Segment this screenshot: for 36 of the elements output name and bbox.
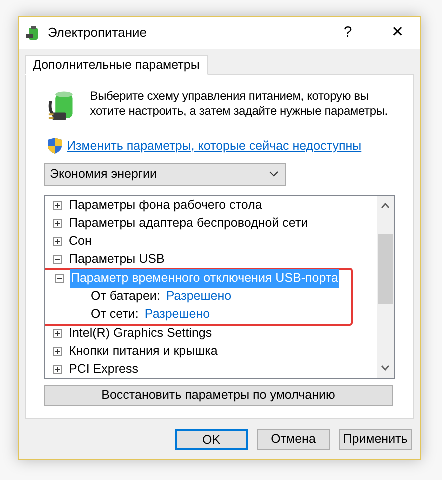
scrollbar-thumb[interactable] <box>378 234 393 304</box>
scroll-down-icon[interactable] <box>381 364 390 371</box>
tree-item[interactable]: Параметры адаптера беспроводной сети <box>68 214 310 234</box>
setting-value-link[interactable]: Разрешено <box>166 287 232 306</box>
expand-icon[interactable] <box>53 201 62 210</box>
instruction-text: Выберите схему управления питанием, которую вы хотите настроить, а затем задайте нужные параметры. <box>90 89 389 119</box>
scroll-up-icon[interactable] <box>381 202 390 209</box>
tree-item[interactable]: Сон <box>68 232 93 252</box>
chevron-down-icon <box>269 171 279 178</box>
expand-icon[interactable] <box>53 329 62 338</box>
admin-settings-link[interactable]: Изменить параметры, которые сейчас недоступны <box>67 137 362 156</box>
collapse-icon[interactable] <box>55 274 64 284</box>
dialog-button[interactable]: OK <box>175 429 248 450</box>
expand-icon[interactable] <box>53 237 62 246</box>
expand-icon[interactable] <box>53 219 62 228</box>
tree-item[interactable]: Параметры фона рабочего стола <box>68 196 264 216</box>
tab[interactable]: Дополнительные параметры <box>25 55 208 75</box>
dialog-button[interactable]: Отмена <box>257 429 330 450</box>
expand-icon[interactable] <box>53 347 62 356</box>
plan-dropdown[interactable]: Экономия энергии <box>44 162 286 186</box>
tree-item[interactable]: Кнопки питания и крышка <box>68 342 219 362</box>
restore-defaults-button[interactable]: Восстановить параметры по умолчанию <box>44 384 393 406</box>
tree-item[interactable]: Intel(R) Graphics Settings <box>68 324 214 344</box>
dialog-button[interactable]: Применить <box>339 429 412 450</box>
tree-item[interactable]: Параметры USB <box>68 250 166 270</box>
dropdown-value: Экономия энергии <box>50 166 158 183</box>
setting-label: От сети: <box>91 306 139 324</box>
tree-item[interactable]: PCI Express <box>68 360 140 378</box>
setting-label: От батареи: <box>91 288 160 306</box>
close-button[interactable]: ✕ <box>383 22 413 44</box>
collapse-icon[interactable] <box>53 255 62 264</box>
expand-icon[interactable] <box>53 365 62 374</box>
help-button[interactable]: ? <box>333 22 363 44</box>
window-title: Электропитание <box>48 24 148 42</box>
shield-icon <box>48 138 62 154</box>
setting-value-link[interactable]: Разрешено <box>144 305 210 324</box>
